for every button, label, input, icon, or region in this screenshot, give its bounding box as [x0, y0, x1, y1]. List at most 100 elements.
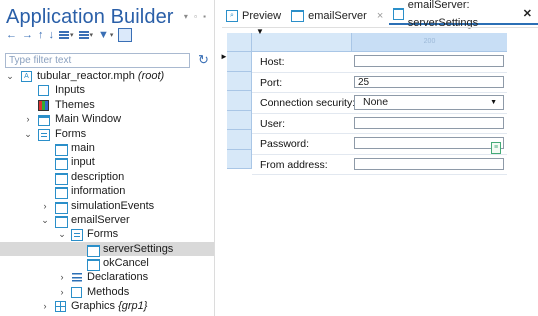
form-icon: [55, 215, 68, 228]
tree-node-label: Themes: [55, 98, 95, 111]
tree-node-root[interactable]: ⌄ A tubular_reactor.mph (root): [0, 69, 214, 83]
collapse-all-icon[interactable]: [118, 28, 133, 42]
back-arrow-icon[interactable]: ←: [6, 28, 17, 42]
tab-label: Preview: [242, 10, 282, 22]
chevron-down-icon[interactable]: ⌄: [58, 227, 66, 241]
dropdown-arrow-icon: ▼: [490, 99, 497, 106]
tree-node-declarations[interactable]: › Declarations: [0, 270, 214, 284]
form-row-host: Host:: [252, 52, 507, 73]
chevron-right-icon[interactable]: ›: [41, 199, 49, 213]
tree-node-methods[interactable]: › Methods: [0, 285, 214, 299]
tree-node-suffix: {grp1}: [118, 300, 148, 313]
column-marker-icon: ▼: [256, 27, 264, 36]
panel-title: Application Builder: [6, 6, 174, 28]
security-label: Connection security:: [260, 97, 356, 109]
form-row-user: User:: [252, 114, 507, 134]
chevron-down-icon[interactable]: ⌄: [6, 69, 14, 83]
graphics-icon: [55, 301, 66, 313]
form-icon: [393, 8, 404, 20]
user-input[interactable]: [354, 116, 504, 129]
tree-node-label: okCancel: [103, 257, 149, 270]
tree-node-label: main: [71, 141, 95, 154]
port-input[interactable]: 25: [354, 75, 504, 88]
tree-node-input[interactable]: input: [0, 155, 214, 171]
tree-node-label: Forms: [55, 127, 87, 140]
tree-node-label: Forms: [87, 228, 119, 241]
themes-icon: [38, 99, 49, 111]
tree-node-main[interactable]: main: [0, 141, 214, 156]
password-label: Password:: [260, 138, 310, 150]
form-icon: [55, 201, 68, 214]
tree-node-main-window[interactable]: › Main Window: [0, 112, 214, 127]
security-value: None: [363, 96, 389, 108]
form-icon: [55, 143, 68, 156]
grid-row-headers[interactable]: [227, 52, 252, 169]
refresh-icon[interactable]: ↻: [198, 52, 209, 68]
model-tree: ⌄ A tubular_reactor.mph (root) Inputs Th…: [0, 69, 214, 314]
tree-node-inputs[interactable]: Inputs: [0, 83, 214, 97]
close-icon[interactable]: ×: [377, 7, 383, 25]
list-menu-icon[interactable]: ▾: [78, 28, 93, 42]
tree-node-graphics[interactable]: › Graphics {grp1}: [0, 299, 214, 313]
host-input[interactable]: [354, 55, 504, 67]
move-up-icon[interactable]: ↑: [38, 28, 44, 42]
tab-label: emailServer: [308, 10, 367, 22]
tree-node-information[interactable]: information: [0, 184, 214, 200]
form-icon: [55, 172, 68, 185]
tree-node-label: description: [71, 170, 125, 183]
tree-node-label: Methods: [87, 285, 130, 298]
password-key-icon[interactable]: ≡: [491, 142, 501, 154]
methods-icon: [71, 286, 82, 298]
tree-filter: [5, 53, 190, 68]
form-row-password: Password: ≡: [252, 134, 507, 155]
sort-menu-icon[interactable]: ▾: [59, 28, 74, 42]
tree-node-label: tubular_reactor.mph: [37, 70, 135, 82]
tree-node-label: information: [71, 185, 126, 198]
move-down-icon[interactable]: ↓: [49, 28, 55, 42]
forms-icon: [38, 128, 50, 141]
tree-node-label: emailServer: [71, 213, 130, 226]
close-icon[interactable]: ✕: [523, 5, 532, 23]
grid-column-header[interactable]: [252, 33, 352, 52]
panel-window-controls[interactable]: ▾ ▫ ▪: [184, 12, 208, 21]
chevron-right-icon[interactable]: ›: [58, 270, 66, 284]
grid-column-header-width[interactable]: 200: [352, 33, 507, 52]
forward-arrow-icon[interactable]: →: [22, 28, 33, 42]
tree-node-server-settings[interactable]: serverSettings: [0, 241, 214, 257]
host-label: Host:: [260, 56, 285, 68]
chevron-right-icon[interactable]: ›: [41, 299, 49, 313]
form-row-port: Port: 25: [252, 73, 507, 93]
inputs-icon: [38, 85, 49, 97]
tab-preview[interactable]: ⌕ Preview: [222, 7, 287, 25]
tools-menu-icon[interactable]: ▼ ▾: [98, 28, 113, 42]
chevron-down-icon[interactable]: ⌄: [41, 213, 49, 227]
tab-email-server[interactable]: emailServer ×: [287, 7, 389, 25]
filter-input[interactable]: [6, 54, 190, 67]
tree-node-ok-cancel[interactable]: okCancel: [0, 256, 214, 272]
tree-node-description[interactable]: description: [0, 170, 214, 185]
tab-server-settings[interactable]: emailServer: serverSettings ✕: [389, 0, 538, 29]
chevron-down-icon[interactable]: ⌄: [24, 127, 32, 141]
declarations-icon: [72, 273, 82, 283]
tree-node-label: Declarations: [87, 271, 149, 284]
preview-icon: ⌕: [226, 10, 238, 22]
tree-node-forms[interactable]: ⌄ Forms: [0, 127, 214, 141]
tree-node-label: input: [71, 156, 95, 169]
form-row-from-address: From address:: [252, 155, 507, 175]
tree-node-email-server[interactable]: ⌄ emailServer: [0, 213, 214, 228]
tree-node-email-forms[interactable]: ⌄ Forms: [0, 227, 214, 242]
chevron-right-icon[interactable]: ›: [24, 112, 32, 126]
tree-node-label: Main Window: [55, 113, 122, 126]
chevron-right-icon[interactable]: ›: [58, 285, 66, 299]
row-marker-icon: ►: [220, 52, 228, 61]
password-input[interactable]: ≡: [354, 137, 504, 154]
tree-node-label: Inputs: [55, 84, 85, 97]
from-address-input[interactable]: [354, 157, 504, 170]
tree-node-simulation-events[interactable]: › simulationEvents: [0, 199, 214, 214]
form-icon: [55, 158, 68, 171]
tree-node-label: simulationEvents: [71, 199, 155, 212]
tree-node-themes[interactable]: Themes: [0, 98, 214, 112]
tab-divider: [222, 27, 538, 28]
from-address-label: From address:: [260, 158, 328, 171]
security-select[interactable]: None ▼: [354, 95, 504, 110]
